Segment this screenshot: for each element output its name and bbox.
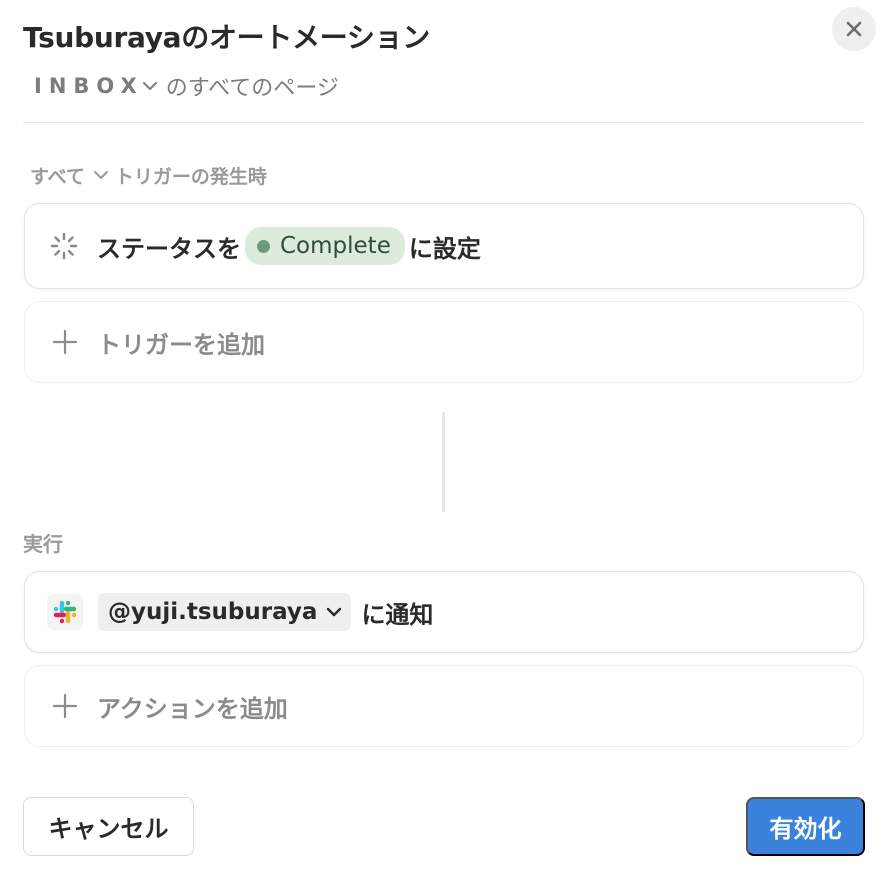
database-name: INBOX [34,74,144,98]
add-action-button[interactable]: アクションを追加 [24,665,864,747]
chevron-down-icon [327,607,342,617]
action-suffix: に通知 [361,600,434,629]
trigger-mode: すべて [30,165,85,188]
status-dot [257,239,270,253]
plus-icon [52,693,78,719]
trigger-section-label: すべて トリガーの発生時 [30,160,267,190]
trigger-prefix: ステータスを [97,234,241,263]
trigger-mode-selector[interactable]: すべて [30,162,115,189]
slack-icon [53,600,77,624]
action-card[interactable]: @yuji.tsuburaya に通知 [24,571,864,653]
flow-connector [442,412,445,512]
close-icon [846,21,862,37]
add-trigger-label: トリガーを追加 [97,330,265,359]
chevron-down-icon [93,171,108,179]
action-section-label: 実行 [23,532,63,556]
trigger-card[interactable]: ステータスを Complete に設定 [24,203,864,289]
trigger-suffix: に設定 [408,234,481,263]
trigger-label: トリガーの発生時 [114,165,267,188]
recipient-name: @yuji.tsuburaya [108,599,318,625]
recipient-selector[interactable]: @yuji.tsuburaya [98,593,352,631]
enable-button[interactable]: 有効化 [746,797,865,856]
automation-scope: INBOX のすべてのページ [34,70,339,102]
status-value: Complete [280,233,391,259]
cancel-button[interactable]: キャンセル [23,797,194,856]
scope-suffix: のすべてのページ [165,76,339,101]
add-action-label: アクションを追加 [97,694,288,723]
plus-icon [52,329,78,355]
close-button[interactable] [832,7,876,51]
chevron-down-icon [142,82,157,90]
header-divider [23,122,864,123]
loading-spinner-icon [50,232,78,260]
database-selector[interactable]: INBOX [34,74,166,98]
add-trigger-button[interactable]: トリガーを追加 [24,301,864,383]
slack-app-badge [47,594,83,630]
status-value-pill[interactable]: Complete [245,227,405,265]
dialog-title: Tsuburayaのオートメーション [23,21,430,54]
